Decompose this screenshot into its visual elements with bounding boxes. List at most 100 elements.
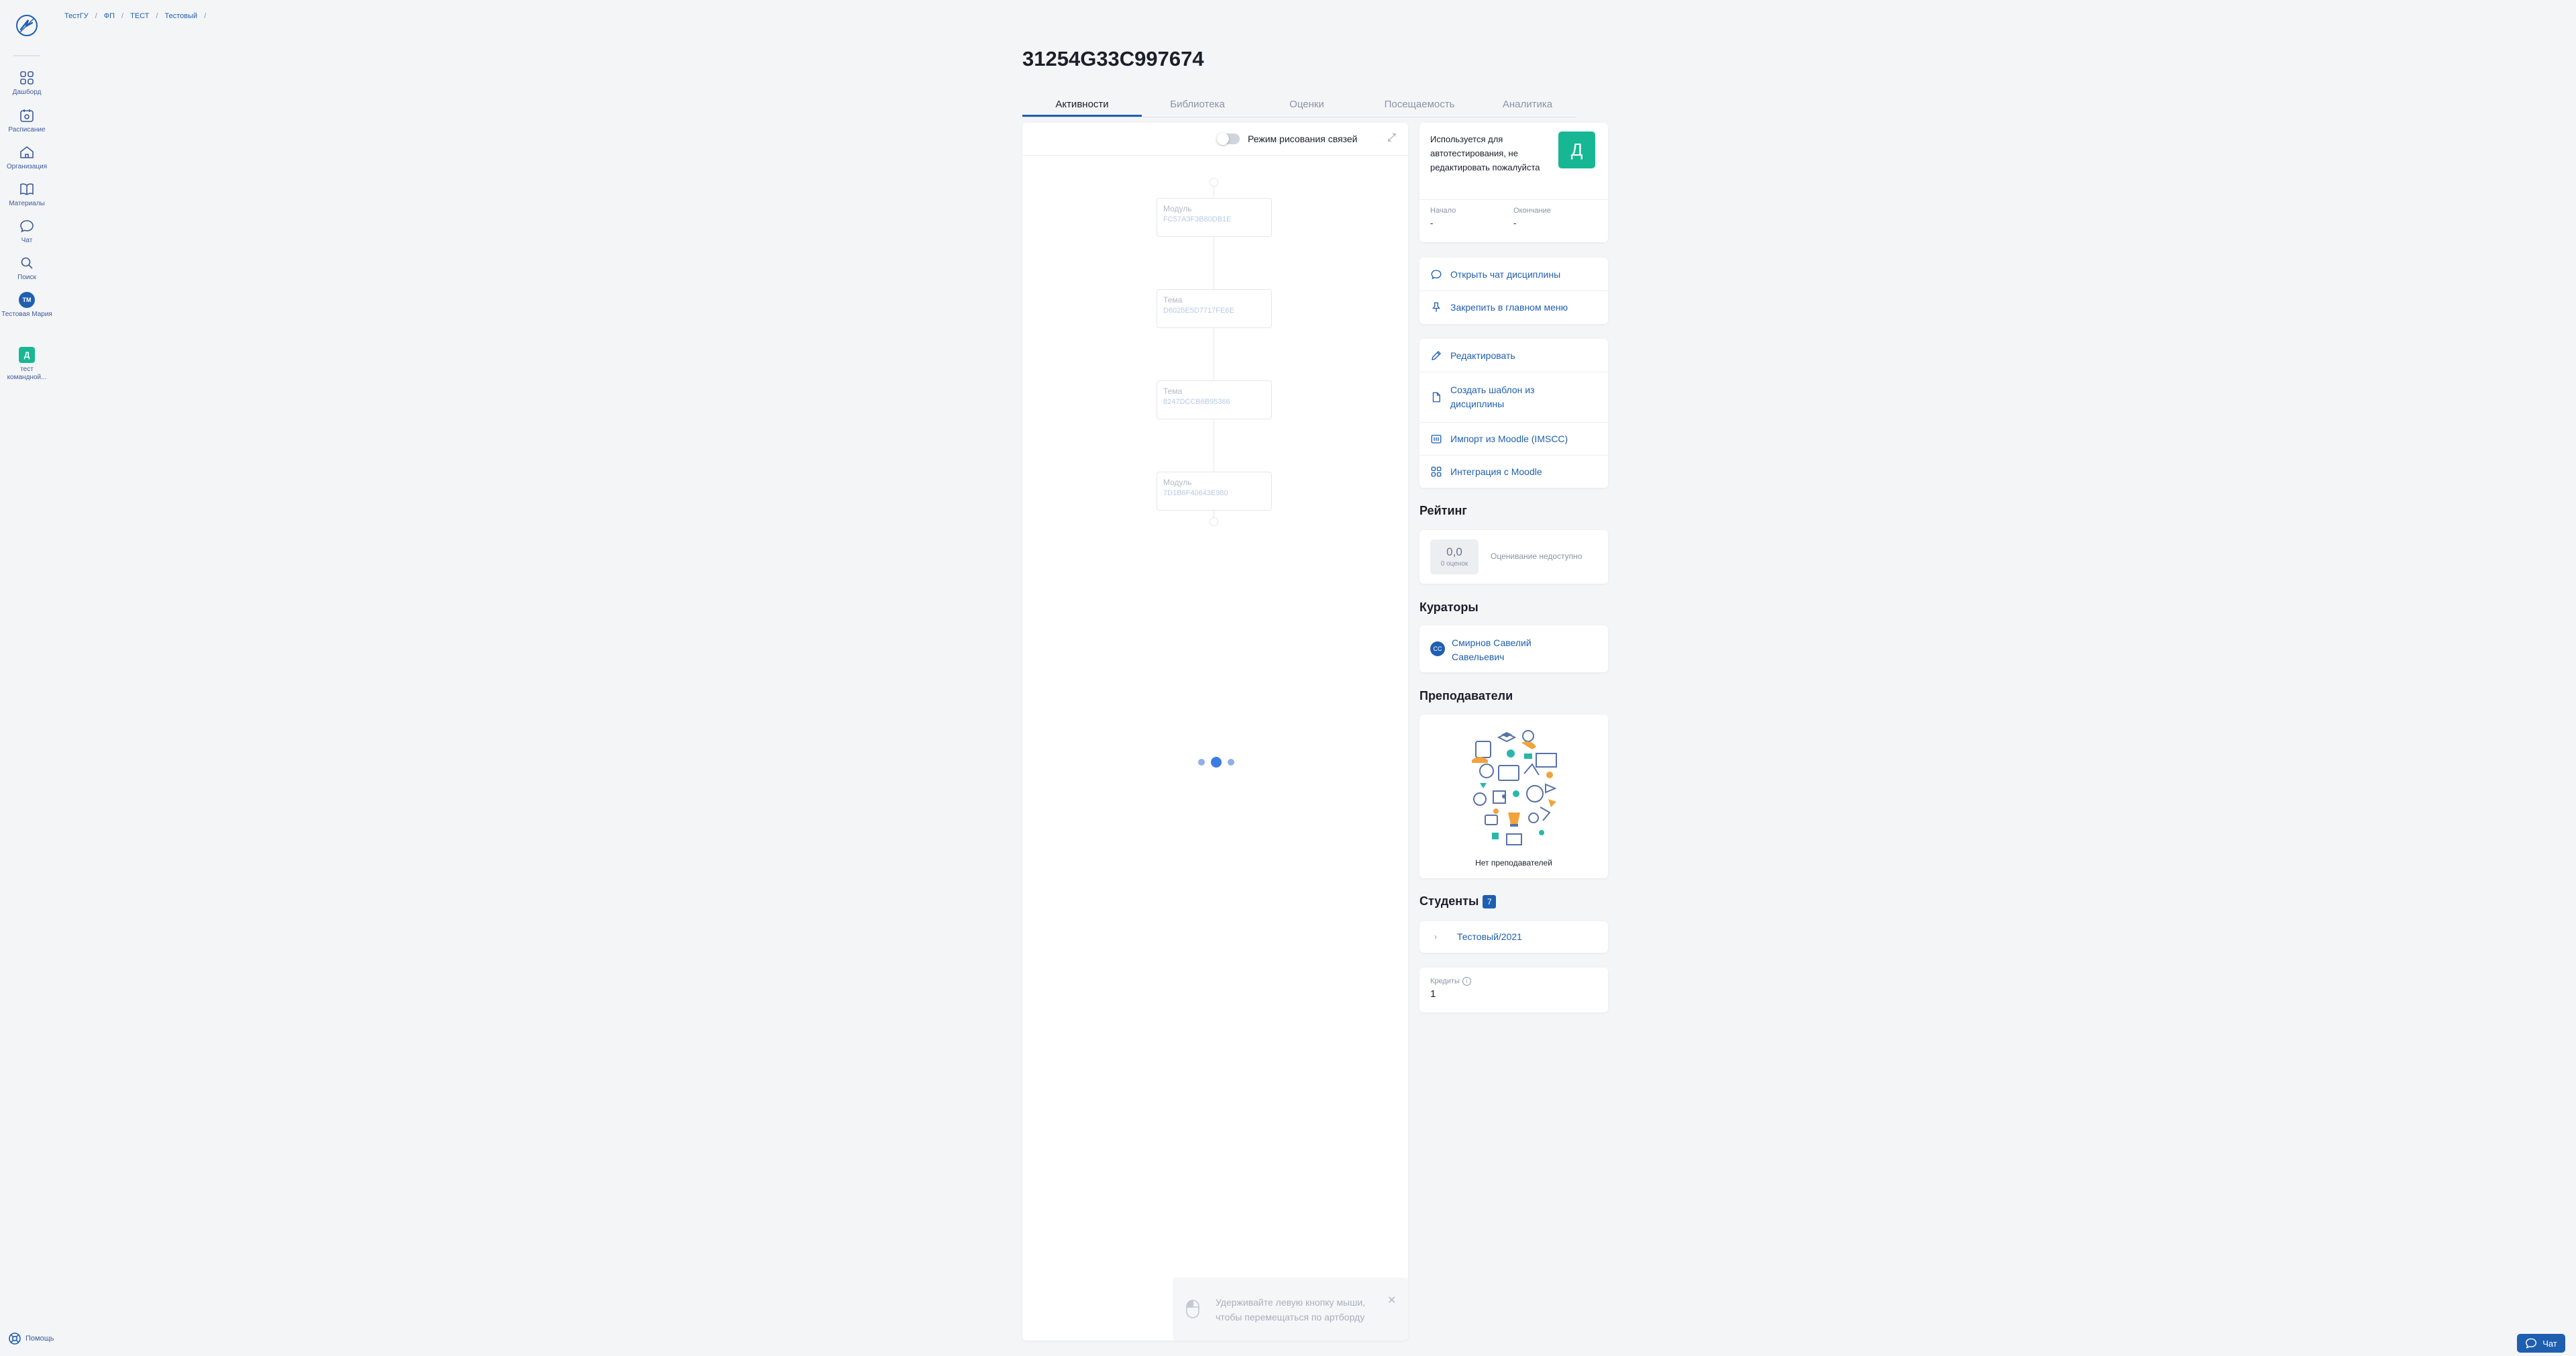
moodle-integration-button[interactable]: Интеграция с Moodle [1430,466,1542,478]
divider [1419,422,1608,423]
discipline-description: Используется для автотестирования, не ре… [1430,134,1540,172]
tab-library[interactable]: Библиотека [1142,95,1253,117]
tab-analytics[interactable]: Аналитика [1479,95,1576,117]
sidebar-item-label: тест командной... [7,366,47,381]
help-link[interactable]: Помощь [8,1332,54,1345]
curator-avatar: СС [1430,641,1445,656]
open-chat-button[interactable]: Открыть чат дисциплины [1430,268,1560,280]
chat-button[interactable]: Чат [2517,1334,2565,1353]
pencil-icon [1432,351,1441,360]
node-code: 7D1B6F40643E980 [1163,489,1228,497]
chat-bubble-icon [2526,1338,2537,1349]
rating-title: Рейтинг [1419,504,1467,517]
connector-port[interactable] [1210,178,1218,187]
chevron-right-icon[interactable]: › [1434,932,1437,941]
end-date-label: Окончание [1513,207,1551,215]
rating-value: 0,0 [1446,545,1462,558]
tab-bar: Активности Библиотека Оценки Посещаемост… [1022,95,1576,117]
breadcrumb-item[interactable]: ФП [104,12,115,20]
start-date-value: - [1430,218,1434,228]
sidebar-item-organization[interactable]: Организация [0,144,54,171]
students-title: Студенты 7 [1419,894,1497,909]
create-template-button[interactable]: Создать шаблон из дисциплины [1430,383,1544,411]
help-icon [9,1333,21,1345]
rating-count: 0 оценок [1440,560,1468,568]
chat-actions-card: Открыть чат дисциплины Закрепить в главн… [1419,258,1608,324]
expand-icon[interactable]: ⤢ [1387,132,1396,144]
pin-menu-label: Закрепить в главном меню [1450,302,1568,313]
node-type: Тема [1163,295,1183,305]
rating-card: 0,0 0 оценок Оценивание недоступно [1419,530,1608,584]
activity-node-topic[interactable]: Тема 8247DCCB6B95366 [1157,380,1272,419]
grid-icon [1431,466,1442,477]
search-icon [21,257,33,269]
edit-button[interactable]: Редактировать [1430,350,1515,362]
sidebar-item-label: Организация [6,163,48,170]
sidebar-divider [13,55,40,56]
sidebar-item-label: Расписание [8,126,46,134]
pin-icon [1432,302,1440,312]
tab-activities[interactable]: Активности [1022,95,1142,117]
tab-attendance[interactable]: Посещаемость [1360,95,1479,117]
node-type: Модуль [1163,478,1192,487]
connector-port[interactable] [1210,517,1218,526]
breadcrumb-separator: / [95,12,97,20]
sidebar-item-label: Материалы [9,200,45,207]
import-moodle-button[interactable]: Импорт из Moodle (IMSCC) [1430,433,1568,445]
pin-menu-button[interactable]: Закрепить в главном меню [1430,301,1568,313]
sidebar-item-discipline[interactable]: Д тест командной... [0,347,54,382]
credits-label-row: Кредиты i [1430,977,1471,986]
mouse-icon [1185,1300,1199,1318]
credits-label: Кредиты [1430,977,1460,986]
organization-icon [20,146,34,158]
students-card: › Тестовый/2021 [1419,921,1608,953]
sidebar-item-materials[interactable]: Материалы [0,181,54,208]
pan-hint: Удерживайте левую кнопку мыши, чтобы пер… [1173,1277,1408,1341]
discipline-avatar: Д [19,347,35,363]
sidebar-item-label: Чат [21,237,33,244]
discipline-avatar: Д [1558,132,1595,168]
discipline-dates: Начало - Окончание - [1419,199,1608,228]
schedule-icon [20,109,34,122]
activity-board[interactable]: Режим рисования связей ⤢ Модуль FC57A3F3… [1022,123,1408,1341]
credits-card: Кредиты i 1 [1419,968,1608,1012]
user-avatar: ТМ [19,292,35,308]
activity-node-module[interactable]: Модуль 7D1B6F40643E980 [1157,472,1272,511]
chat-button-label: Чат [2542,1338,2557,1349]
breadcrumb-item[interactable]: ТестГУ [64,12,89,20]
breadcrumb-item[interactable]: ТЕСТ [130,12,149,20]
no-teachers-text: Нет преподавателей [1475,858,1552,868]
breadcrumb-separator: / [204,12,207,20]
divider [1419,455,1608,456]
sidebar-item-search[interactable]: Поиск [0,255,54,282]
breadcrumb: ТестГУ / ФП / ТЕСТ / Тестовый / [64,12,206,20]
breadcrumb-separator: / [121,12,124,20]
sidebar-item-profile[interactable]: ТМ Тестовая Мария [0,292,54,319]
breadcrumb-item[interactable]: Тестовый [165,12,198,20]
activity-node-module[interactable]: Модуль FC57A3F3B80DB1E [1157,198,1272,237]
sidebar: Дашборд Расписание Организация Материалы… [0,0,54,1356]
close-icon[interactable]: ✕ [1387,1294,1396,1307]
sidebar-item-dashboard[interactable]: Дашборд [0,70,54,97]
link-drawing-label: Режим рисования связей [1248,134,1358,144]
sidebar-item-label: Дашборд [12,89,42,96]
node-code: FC57A3F3B80DB1E [1163,215,1232,223]
document-icon [1432,392,1440,403]
rating-status: Оценивание недоступно [1491,552,1582,561]
tab-grades[interactable]: Оценки [1253,95,1360,117]
student-group-link[interactable]: Тестовый/2021 [1457,931,1522,942]
help-label: Помощь [25,1335,54,1343]
info-icon[interactable]: i [1462,977,1471,986]
sidebar-item-chat[interactable]: Чат [0,218,54,245]
curator-name-link[interactable]: Смирнов Савелий Савельевич [1452,636,1552,664]
sidebar-item-label: Тестовая Мария [1,311,52,318]
empty-teachers-illustration [1472,730,1557,845]
sidebar-item-schedule[interactable]: Расписание [0,107,54,134]
activity-node-topic[interactable]: Тема D6025E5D7717FE6E [1157,289,1272,328]
link-drawing-toggle[interactable] [1217,133,1240,145]
app-logo-icon[interactable] [15,13,39,38]
loading-indicator [1198,757,1234,768]
end-date-value: - [1513,218,1517,228]
students-title-text: Студенты [1419,894,1479,908]
board-toolbar: Режим рисования связей ⤢ [1022,123,1408,156]
